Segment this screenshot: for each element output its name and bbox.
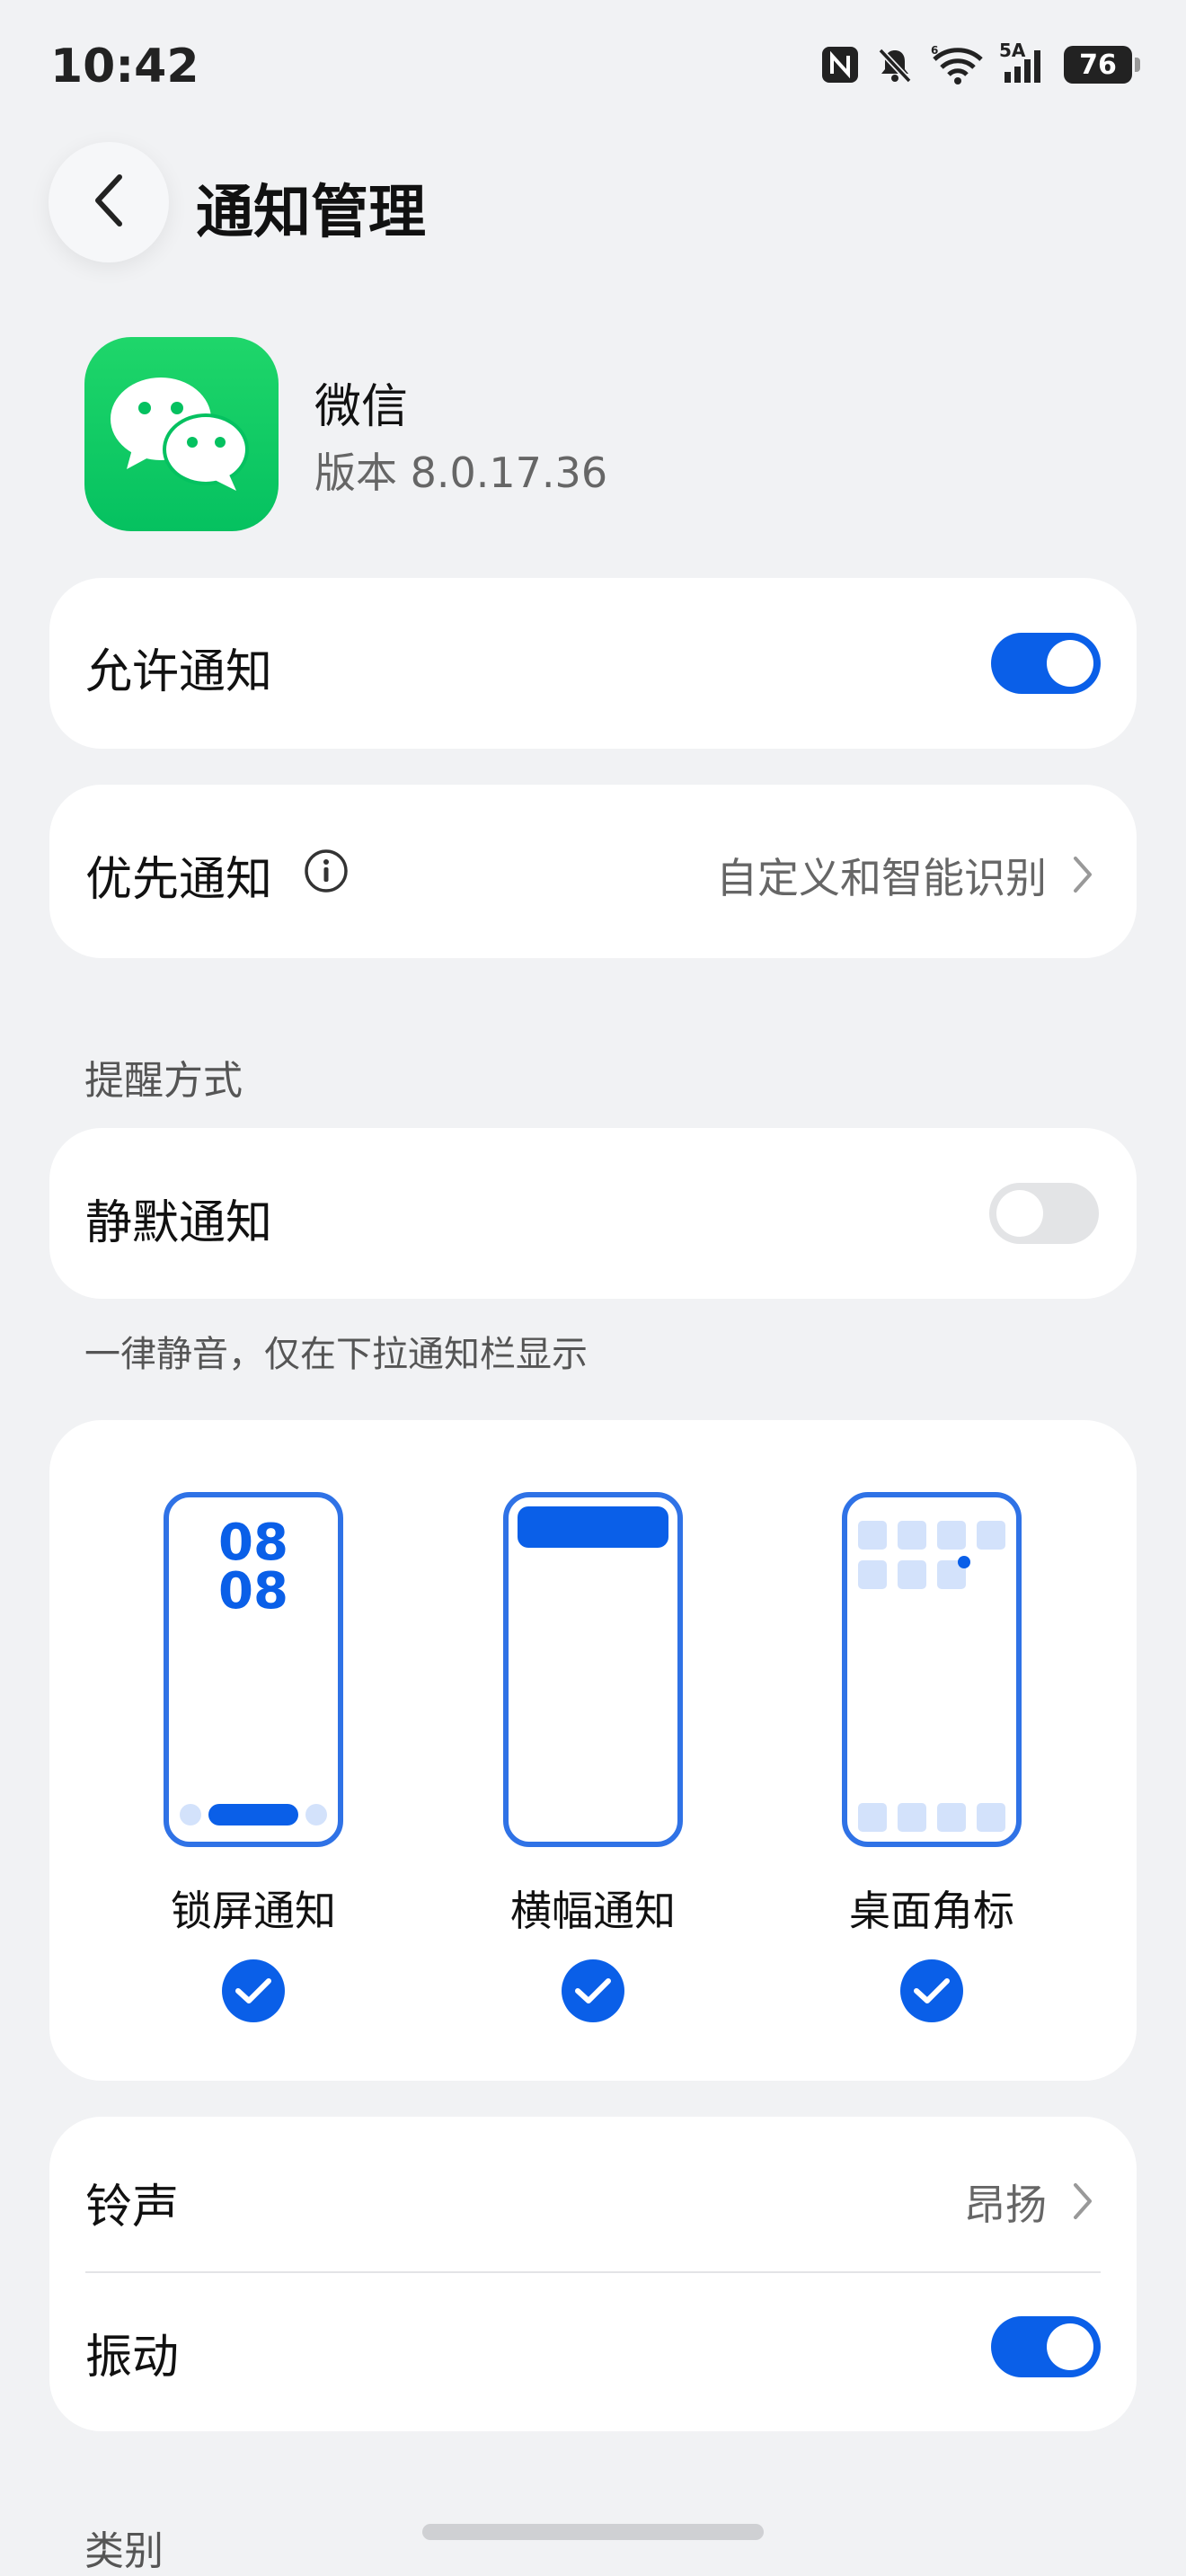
allow-notifications-card: 允许通知 <box>49 578 1137 749</box>
home-indicator[interactable] <box>422 2524 764 2540</box>
priority-notifications-card[interactable]: 优先通知 自定义和智能识别 <box>49 785 1137 958</box>
priority-notifications-value: 自定义和智能识别 <box>716 854 1047 902</box>
lock-screen-checkbox[interactable] <box>222 1959 285 2022</box>
page-title: 通知管理 <box>196 180 426 246</box>
lock-screen-clock-hours: 08 <box>218 1514 288 1572</box>
ringtone-label: 铃声 <box>85 2181 180 2234</box>
app-version: 版本 8.0.17.36 <box>314 449 608 497</box>
chevron-right-icon <box>1072 855 1093 898</box>
chevron-right-icon <box>1072 2181 1093 2225</box>
banner-option[interactable] <box>503 1492 683 1847</box>
lock-screen-clock-minutes: 08 <box>218 1562 288 1621</box>
svg-text:6: 6 <box>931 45 938 57</box>
allow-notifications-label: 允许通知 <box>85 645 273 699</box>
nfc-icon <box>821 46 859 84</box>
section-title-category: 类别 <box>84 2528 164 2574</box>
chevron-left-icon <box>89 172 128 233</box>
silent-notifications-label: 静默通知 <box>85 1196 273 1250</box>
checkmark-icon <box>575 1978 611 2003</box>
banner-illustration <box>503 1492 683 1847</box>
ringtone-value: 昂扬 <box>964 2181 1047 2229</box>
section-title-reminder: 提醒方式 <box>84 1058 243 1104</box>
divider <box>85 2271 1101 2273</box>
allow-notifications-toggle[interactable] <box>991 633 1101 694</box>
silent-notifications-hint: 一律静音，仅在下拉通知栏显示 <box>84 1334 588 1375</box>
status-time: 10:42 <box>50 40 199 93</box>
bell-muted-icon <box>875 45 915 84</box>
silent-notifications-card: 静默通知 <box>49 1128 1137 1299</box>
notification-style-card: 08 08 锁屏通知 横幅通知 桌面角标 <box>49 1420 1137 2081</box>
status-icons: 6 5A 76 <box>821 40 1140 84</box>
lock-screen-option[interactable]: 08 08 <box>164 1492 343 1847</box>
badge-option[interactable] <box>842 1492 1022 1847</box>
silent-notifications-toggle[interactable] <box>989 1183 1099 1244</box>
wechat-icon <box>84 337 279 531</box>
vibration-toggle[interactable] <box>991 2316 1101 2377</box>
lock-screen-label: 锁屏通知 <box>171 1887 336 1935</box>
network-type-label: 5A <box>999 40 1026 61</box>
signal-icon: 5A <box>999 40 1048 84</box>
badge-checkbox[interactable] <box>900 1959 963 2022</box>
banner-label: 横幅通知 <box>510 1887 676 1935</box>
info-icon[interactable] <box>303 848 350 898</box>
ringtone-row[interactable]: 铃声 昂扬 <box>49 2117 1137 2271</box>
badge-label: 桌面角标 <box>849 1887 1014 1935</box>
sound-settings-card: 铃声 昂扬 振动 <box>49 2117 1137 2431</box>
vibration-label: 振动 <box>85 2331 180 2385</box>
battery-icon: 76 <box>1064 46 1140 84</box>
app-name: 微信 <box>314 380 409 434</box>
priority-notifications-label: 优先通知 <box>85 853 273 907</box>
back-button[interactable] <box>49 142 169 262</box>
checkmark-icon <box>914 1978 950 2003</box>
banner-checkbox[interactable] <box>562 1959 624 2022</box>
checkmark-icon <box>235 1978 271 2003</box>
wifi-icon: 6 <box>931 45 985 84</box>
badge-illustration <box>842 1492 1022 1847</box>
